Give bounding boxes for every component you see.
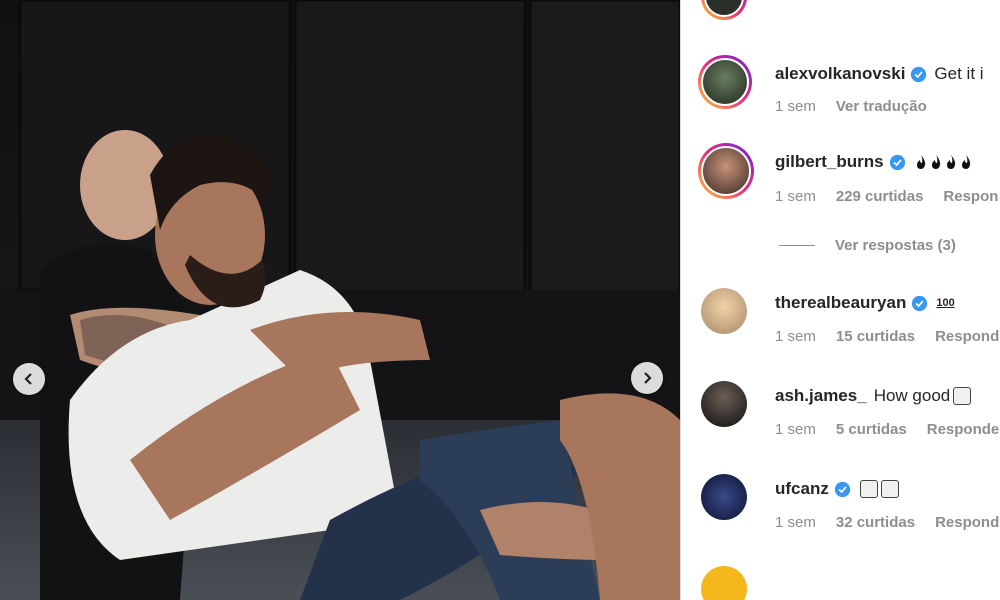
comment-text: How good [873,386,951,405]
verified-badge-icon [889,154,905,170]
face-emoji-icon [953,387,972,405]
comment-likes[interactable]: 229 curtidas [836,188,924,205]
comment-likes[interactable]: 15 curtidas [836,328,915,345]
comment-username[interactable]: ash.james_ [775,386,867,406]
fire-emojis [912,154,972,170]
comment-time: 1 sem [775,328,816,345]
comment-likes[interactable]: 5 curtidas [836,421,907,438]
comment-likes[interactable]: 32 curtidas [836,514,915,531]
carousel-prev-button[interactable] [13,363,45,395]
face-emoji-icon [880,480,899,498]
avatar[interactable] [701,288,747,334]
comment-username[interactable]: alexvolkanovski [775,64,905,84]
training-photo [0,0,680,600]
chevron-left-icon [24,373,32,385]
face-emoji-icon [859,480,878,498]
view-replies-label: Ver respostas (3) [835,237,956,254]
comment-item: alexvolkanovski Get it i 1 sem Ver tradu… [681,55,1000,125]
face-emojis [857,480,899,498]
avatar[interactable] [701,0,747,20]
comment-time: 1 sem [775,188,816,205]
comments-panel: alexvolkanovski Get it i 1 sem Ver tradu… [680,0,1000,600]
avatar[interactable] [701,474,747,520]
carousel-next-button[interactable] [631,362,663,394]
comment-time: 1 sem [775,421,816,438]
reply-button[interactable]: Responde [927,421,1000,438]
comment-username[interactable]: ufcanz [775,479,829,499]
reply-button[interactable]: Respond [935,328,999,345]
fire-icon [961,155,970,169]
comment-item: therealbeauryan 100 1 sem 15 curtidas Re… [681,288,1000,358]
avatar[interactable] [701,566,747,600]
view-replies-button[interactable]: Ver respostas (3) [779,237,956,254]
avatar[interactable] [698,143,754,199]
fire-icon [931,155,940,169]
comment-text: Get it i [934,64,984,83]
fire-icon [946,155,955,169]
chevron-right-icon [644,372,652,384]
hundred-emoji: 100 [936,297,955,309]
post-photo [0,0,680,600]
reply-button[interactable]: Respon [943,188,998,205]
comment-cut-top [681,0,1000,20]
fire-icon [916,155,925,169]
comment-username[interactable]: gilbert_burns [775,152,884,172]
reply-button[interactable]: Respond [935,514,999,531]
verified-badge-icon [911,66,927,82]
comment-item: ufcanz 1 sem 32 curtidas Respond [681,474,1000,544]
avatar[interactable] [701,381,747,427]
comment-username[interactable]: therealbeauryan [775,293,906,313]
verified-badge-icon [834,481,850,497]
comment-item: gilbert_burns 1 sem 229 curtidas Respon … [681,143,1000,263]
avatar[interactable] [698,55,752,109]
translate-button[interactable]: Ver tradução [836,98,927,115]
comment-time: 1 sem [775,514,816,531]
replies-divider [779,245,815,246]
comment-time: 1 sem [775,98,816,115]
verified-badge-icon [912,295,928,311]
comment-item: ash.james_ How good 1 sem 5 curtidas Res… [681,381,1000,451]
